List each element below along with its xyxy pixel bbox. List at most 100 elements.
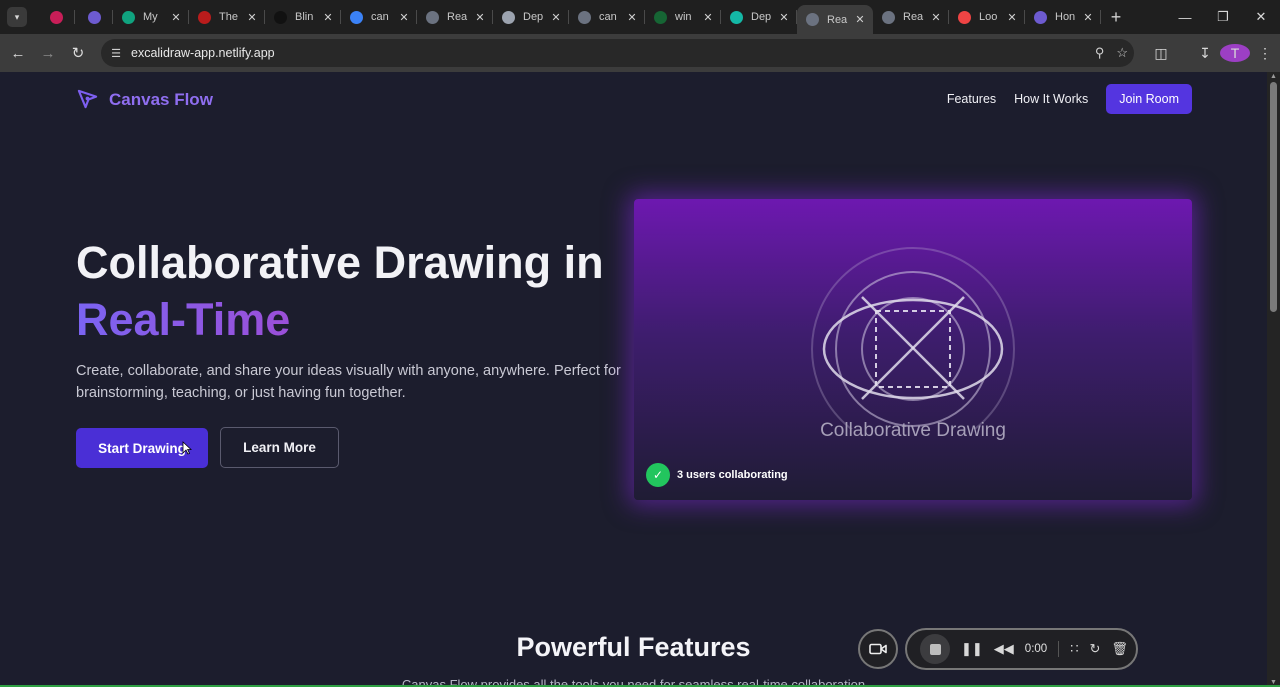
camera-toggle-button[interactable] bbox=[858, 629, 898, 669]
tab-title: can bbox=[599, 11, 617, 23]
collaboration-status: ✓ 3 users collaborating bbox=[646, 463, 788, 487]
tab-close-icon[interactable]: ✕ bbox=[625, 10, 639, 24]
window-controls: — ❐ ✕ bbox=[1166, 0, 1280, 34]
divider bbox=[1058, 641, 1060, 657]
tab-title: Hon bbox=[1055, 11, 1076, 23]
tab-close-icon[interactable]: ✕ bbox=[169, 10, 183, 24]
collaboration-status-text: 3 users collaborating bbox=[677, 469, 788, 481]
close-window-icon[interactable]: ✕ bbox=[1242, 0, 1280, 34]
browser-tab[interactable]: Rea ✕ bbox=[417, 0, 493, 34]
reload-icon[interactable]: ↻ bbox=[63, 38, 93, 68]
forward-icon[interactable]: → bbox=[33, 38, 63, 68]
browser-tab[interactable]: Loo ✕ bbox=[949, 0, 1025, 34]
drawing-illustration bbox=[811, 247, 1015, 429]
tab-favicon-icon bbox=[274, 10, 287, 24]
restore-icon[interactable]: ❐ bbox=[1204, 0, 1242, 34]
tab-favicon-icon bbox=[1034, 10, 1047, 24]
menu-icon[interactable]: ⋮ bbox=[1250, 45, 1280, 62]
tab-favicon-icon bbox=[88, 10, 101, 24]
tab-close-icon[interactable]: ✕ bbox=[853, 13, 867, 27]
video-camera-icon bbox=[869, 643, 887, 655]
browser-tab[interactable]: My ✕ bbox=[113, 0, 189, 34]
page-scrollbar[interactable]: ▲ ▼ bbox=[1267, 72, 1280, 687]
main-nav: Features How It Works Join Room bbox=[929, 84, 1192, 114]
tab-favicon-icon bbox=[730, 10, 743, 24]
browser-tab[interactable]: Rea ✕ bbox=[797, 5, 873, 34]
hero-title-line1: Collaborative Drawing in bbox=[76, 237, 604, 288]
preview-caption: Collaborative Drawing bbox=[820, 420, 1006, 441]
browser-tab[interactable] bbox=[37, 0, 75, 34]
tab-title: win bbox=[675, 11, 692, 23]
tab-favicon-icon bbox=[426, 10, 439, 24]
scroll-up-icon[interactable]: ▲ bbox=[1270, 73, 1277, 80]
tab-search-icon[interactable]: ▾ bbox=[7, 7, 27, 27]
drawing-preview-card: Collaborative Drawing ✓ 3 users collabor… bbox=[634, 199, 1192, 500]
pause-icon[interactable]: ❚❚ bbox=[961, 641, 983, 657]
mouse-cursor-icon bbox=[182, 441, 192, 455]
tab-close-icon[interactable]: ✕ bbox=[321, 10, 335, 24]
rewind-icon[interactable]: ◀◀ bbox=[994, 641, 1014, 657]
tab-title: Blin bbox=[295, 11, 314, 23]
browser-tab[interactable]: Hon ✕ bbox=[1025, 0, 1101, 34]
tab-close-icon[interactable]: ✕ bbox=[701, 10, 715, 24]
tab-close-icon[interactable]: ✕ bbox=[777, 10, 791, 24]
recorder-controls: ❚❚ ◀◀ 0:00 ∷ ↻ 🗑 bbox=[905, 628, 1138, 670]
tab-close-icon[interactable]: ✕ bbox=[549, 10, 563, 24]
zoom-icon[interactable]: ⚲ bbox=[1095, 45, 1105, 61]
extensions-icon[interactable]: ◫ bbox=[1146, 45, 1176, 62]
brand-logo[interactable]: Canvas Flow bbox=[76, 88, 213, 111]
tab-close-icon[interactable]: ✕ bbox=[245, 10, 259, 24]
page-viewport: Canvas Flow Features How It Works Join R… bbox=[0, 72, 1267, 687]
stop-recording-button[interactable] bbox=[920, 634, 950, 664]
tab-list: My ✕ The ✕ Blin ✕ can ✕ Rea ✕ Dep ✕ can ✕ win ✕ Dep ✕ Rea ✕… bbox=[37, 0, 1101, 34]
tab-favicon-icon bbox=[958, 10, 971, 24]
tab-close-icon[interactable]: ✕ bbox=[1081, 10, 1095, 24]
browser-tab[interactable] bbox=[75, 0, 113, 34]
scrollbar-thumb[interactable] bbox=[1270, 82, 1277, 312]
grid-icon[interactable]: ∷ bbox=[1070, 641, 1078, 657]
tab-favicon-icon bbox=[50, 10, 63, 24]
browser-tab[interactable]: Blin ✕ bbox=[265, 0, 341, 34]
tab-title: Dep bbox=[751, 11, 772, 23]
tab-close-icon[interactable]: ✕ bbox=[473, 10, 487, 24]
profile-avatar[interactable]: T bbox=[1220, 44, 1250, 62]
address-bar[interactable]: ☰ excalidraw-app.netlify.app ⚲ ☆ bbox=[101, 39, 1134, 67]
url-text[interactable]: excalidraw-app.netlify.app bbox=[131, 46, 275, 60]
stop-icon bbox=[929, 643, 941, 655]
tab-favicon-icon bbox=[350, 10, 363, 24]
browser-tab[interactable]: win ✕ bbox=[645, 0, 721, 34]
tab-title: My bbox=[143, 11, 158, 23]
tab-favicon-icon bbox=[502, 10, 515, 24]
browser-tab[interactable]: The ✕ bbox=[189, 0, 265, 34]
tab-close-icon[interactable]: ✕ bbox=[1005, 10, 1019, 24]
browser-tab[interactable]: can ✕ bbox=[341, 0, 417, 34]
tab-title: Loo bbox=[979, 11, 998, 23]
learn-more-button[interactable]: Learn More bbox=[220, 427, 339, 468]
browser-tab[interactable]: Dep ✕ bbox=[721, 0, 797, 34]
browser-tab[interactable]: Dep ✕ bbox=[493, 0, 569, 34]
tab-favicon-icon bbox=[806, 13, 819, 26]
downloads-icon[interactable]: ↧ bbox=[1190, 45, 1220, 62]
trash-icon[interactable]: 🗑 bbox=[1111, 641, 1128, 657]
new-tab-button[interactable]: + bbox=[1101, 0, 1131, 34]
nav-how-it-works-link[interactable]: How It Works bbox=[1014, 92, 1088, 106]
tab-favicon-icon bbox=[882, 10, 895, 24]
tab-close-icon[interactable]: ✕ bbox=[397, 10, 411, 24]
tab-title: The bbox=[219, 11, 238, 23]
site-settings-icon[interactable]: ☰ bbox=[101, 47, 131, 60]
join-room-button[interactable]: Join Room bbox=[1106, 84, 1192, 114]
back-icon[interactable]: ← bbox=[3, 38, 33, 68]
browser-toolbar: ← → ↻ ☰ excalidraw-app.netlify.app ⚲ ☆ ◫… bbox=[0, 34, 1280, 72]
bookmark-star-icon[interactable]: ☆ bbox=[1116, 45, 1128, 61]
tab-favicon-icon bbox=[122, 10, 135, 24]
tab-title: Dep bbox=[523, 11, 544, 23]
tab-title: Rea bbox=[447, 11, 468, 23]
restart-icon[interactable]: ↻ bbox=[1089, 641, 1100, 657]
browser-tab[interactable]: can ✕ bbox=[569, 0, 645, 34]
tab-close-icon[interactable]: ✕ bbox=[929, 10, 943, 24]
nav-features-link[interactable]: Features bbox=[947, 92, 996, 106]
minimize-icon[interactable]: — bbox=[1166, 0, 1204, 34]
browser-tab[interactable]: Rea ✕ bbox=[873, 0, 949, 34]
tab-title: Rea bbox=[827, 13, 848, 26]
hero-title-highlight: Real-Time bbox=[76, 294, 291, 345]
